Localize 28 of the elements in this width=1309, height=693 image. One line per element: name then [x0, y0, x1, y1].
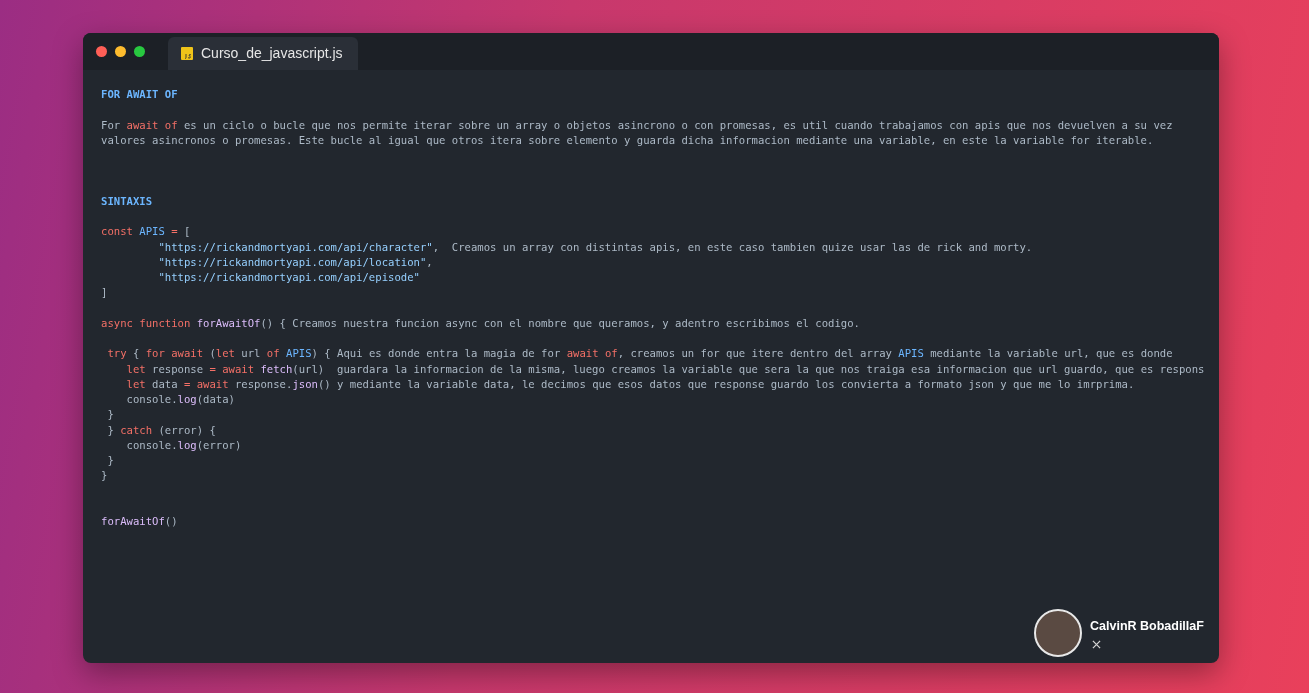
code-line: const APIS = [ — [101, 224, 191, 240]
author-name: CalvinR BobadillaF — [1090, 618, 1204, 636]
code-line: } — [106, 453, 114, 468]
code-line: console.log(error) — [125, 437, 242, 453]
section-heading: FOR AWAIT OF — [101, 87, 178, 102]
avatar — [1034, 609, 1082, 657]
code-line: } catch (error) { — [106, 422, 216, 438]
code-line: console.log(data) — [125, 392, 235, 407]
code-line: valores asincronos o promesas. Este bucle al igual que otros itera sobre elemento y guarda dicha informacion mediante una variable, en este la variable for iterable. — [101, 132, 1154, 148]
maximize-dot[interactable] — [134, 46, 145, 57]
code-line: "https://rickandmortyapi.com/api/character", Creamos un array con distintas apis, en este caso tambien quize usar las de rick and morty. — [157, 239, 1033, 255]
code-line: async function forAwaitOf() { Creamos nuestra funcion async con el nombre que queramos, y adentro escribimos el codigo. — [101, 315, 860, 331]
code-line: try { for await (let url of APIS) { Aqui es donde entra la magia de for await of, creamos un for que itere dentro del array APIS mediante la variable url, que es donde — [106, 346, 1173, 362]
x-letter-icon[interactable] — [1092, 639, 1101, 649]
code-line: let data = await response.json() y mediante la variable data, le decimos que esos datos que response guardo los convierta a formato json y que me lo imrprima. — [125, 376, 1135, 392]
close-dot[interactable] — [96, 46, 107, 57]
code-line: forAwaitOf() — [101, 514, 178, 529]
section-heading: SINTAXIS — [101, 193, 153, 209]
minimize-dot[interactable] — [115, 46, 126, 57]
code-line: For await of es un ciclo o bucle que nos permite iterar sobre un array o objetos asincrono o con promesas, es util cuando trabajamos con apis que nos devuelven a su vez — [101, 117, 1173, 133]
js-file-icon — [181, 47, 193, 60]
code-line: } — [106, 407, 114, 423]
file-tab[interactable]: Curso_de_javascript.js — [168, 37, 358, 70]
code-line: let response = await fetch(url) guardara la informacion de la misma, luego creamos la variable que sera la que nos traiga esa informacion que url guardo, que es respons — [125, 361, 1205, 377]
code-line: ] — [101, 285, 108, 301]
code-line: "https://rickandmortyapi.com/api/episode" — [157, 270, 420, 285]
code-line: "https://rickandmortyapi.com/api/location", — [157, 254, 433, 270]
code-line: } — [101, 468, 108, 484]
